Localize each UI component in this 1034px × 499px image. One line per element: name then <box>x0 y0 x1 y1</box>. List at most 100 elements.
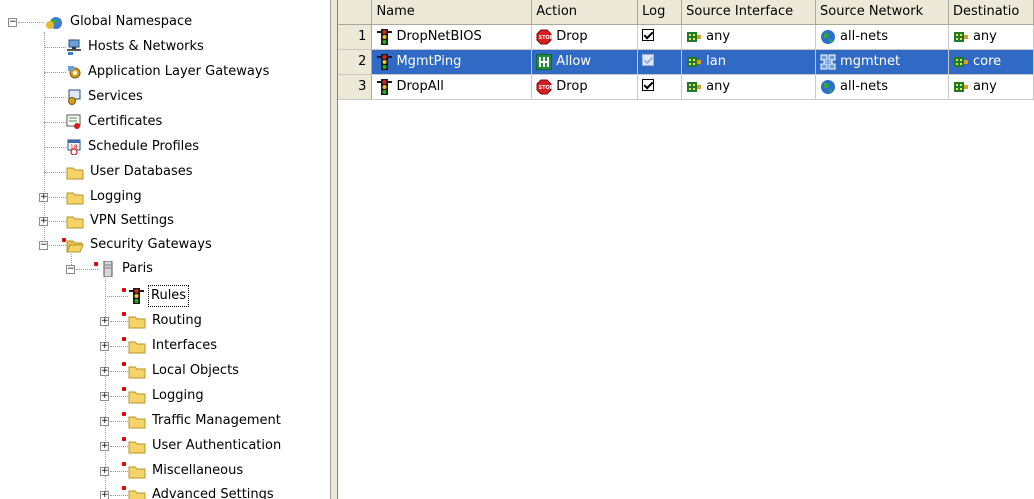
collapse-root-toggle[interactable]: − <box>8 18 17 27</box>
tree-item-label: Services <box>88 89 143 104</box>
tree-item-label: Logging <box>90 189 142 204</box>
interface-icon <box>953 79 969 95</box>
rule-source-interface-cell: any <box>681 24 817 50</box>
splitter[interactable] <box>330 0 338 499</box>
tree-item-label: VPN Settings <box>90 213 174 228</box>
expand-traffic-management-toggle[interactable]: + <box>100 417 109 426</box>
tree-item-label: Schedule Profiles <box>88 139 200 154</box>
rule-log-cell[interactable] <box>637 24 683 50</box>
expand-routing-toggle[interactable]: + <box>100 317 109 326</box>
interface-icon <box>953 54 969 70</box>
rule-log-cell[interactable] <box>637 74 683 100</box>
rule-action: Drop <box>556 79 588 94</box>
rule-action: Allow <box>556 54 591 69</box>
destination: any <box>972 29 997 44</box>
navigation-tree[interactable]: − Global Namespace Hosts & Networks Appl… <box>0 0 330 499</box>
expand-advanced-settings-toggle[interactable]: + <box>100 491 109 499</box>
hosts-networks-icon <box>66 39 82 55</box>
folder-icon <box>66 213 84 229</box>
rule-name: DropNetBIOS <box>396 29 482 44</box>
open-folder-icon <box>66 237 84 253</box>
tree-root-label: Global Namespace <box>70 14 193 29</box>
rules-grid[interactable]: Name Action Log Source Interface Source … <box>338 0 1034 499</box>
folder-icon <box>128 487 146 499</box>
folder-icon <box>128 338 146 354</box>
schedule-icon: 18 <box>66 139 82 156</box>
log-checkbox[interactable] <box>642 28 655 41</box>
column-header-destination[interactable]: Destinatio <box>948 0 1034 25</box>
stop-icon: STOP <box>536 29 554 45</box>
expand-vpn-toggle[interactable]: + <box>39 217 48 226</box>
folder-icon <box>66 164 84 180</box>
tree-item-label: Advanced Settings <box>152 487 274 499</box>
interface-icon <box>686 79 702 95</box>
source-network: mgmtnet <box>840 54 901 69</box>
rule-source-interface-cell: lan <box>681 49 817 75</box>
allow-icon <box>535 53 553 70</box>
rule-destination-cell: any <box>948 74 1034 100</box>
rule-action: Drop <box>556 29 588 44</box>
svg-text:STOP: STOP <box>539 85 553 91</box>
folder-icon <box>128 313 146 329</box>
tree-item-label: Hosts & Networks <box>88 39 204 54</box>
expand-interfaces-toggle[interactable]: + <box>100 342 109 351</box>
tree-item-label: Routing <box>152 313 202 328</box>
rule-name-cell: DropNetBIOS <box>371 24 533 50</box>
rule-destination-cell: core <box>948 49 1034 75</box>
collapse-security-gateways-toggle[interactable]: − <box>39 241 48 250</box>
rule-action-cell: Allow <box>531 49 639 75</box>
gear-icon <box>66 64 82 80</box>
folder-icon <box>128 413 146 429</box>
traffic-light-icon <box>376 53 393 70</box>
column-header-log[interactable]: Log <box>637 0 683 25</box>
source-interface: any <box>706 79 731 94</box>
column-header-name[interactable]: Name <box>371 0 533 25</box>
tree-item-label: Interfaces <box>152 338 217 353</box>
log-checkbox[interactable] <box>642 78 655 91</box>
rule-name-cell: DropAll <box>371 74 533 100</box>
tree-item-label: User Authentication <box>152 438 282 453</box>
source-network: all-nets <box>840 79 889 94</box>
expand-user-authentication-toggle[interactable]: + <box>100 442 109 451</box>
rules-table: Name Action Log Source Interface Source … <box>338 0 1034 100</box>
tree-item-label: Application Layer Gateways <box>88 64 270 79</box>
svg-text:STOP: STOP <box>539 35 553 41</box>
table-row[interactable]: 3 DropAll STOP Drop any all-nets any <box>338 74 1034 100</box>
rule-name: DropAll <box>396 79 444 94</box>
folder-icon <box>128 388 146 404</box>
table-row[interactable]: 1 DropNetBIOS STOP Drop any all-nets any <box>338 24 1034 50</box>
tree-item-label: Rules <box>148 285 190 307</box>
globe-icon <box>820 79 836 95</box>
rule-log-cell[interactable] <box>637 49 683 75</box>
services-icon <box>66 89 82 105</box>
tree-item-label: Miscellaneous <box>152 463 244 478</box>
folder-icon <box>128 438 146 454</box>
certificate-icon <box>66 114 82 130</box>
column-header-action[interactable]: Action <box>531 0 639 25</box>
expand-gateway-logging-toggle[interactable]: + <box>100 392 109 401</box>
tree-item-label: Local Objects <box>152 363 239 378</box>
folder-icon <box>128 363 146 379</box>
collapse-paris-toggle[interactable]: − <box>66 265 75 274</box>
rule-name-cell: MgmtPing <box>371 49 533 75</box>
expand-local-objects-toggle[interactable]: + <box>100 367 109 376</box>
interface-icon <box>686 29 702 45</box>
expand-miscellaneous-toggle[interactable]: + <box>100 467 109 476</box>
tree-item-label: Logging <box>152 388 204 403</box>
rule-source-network-cell: all-nets <box>815 74 949 100</box>
column-header-source-interface[interactable]: Source Interface <box>681 0 817 25</box>
interface-icon <box>686 54 702 70</box>
folder-icon <box>128 463 146 479</box>
rule-source-interface-cell: any <box>681 74 817 100</box>
tree-item-label: Security Gateways <box>90 237 212 252</box>
column-header-source-network[interactable]: Source Network <box>815 0 949 25</box>
destination: core <box>972 54 1002 69</box>
rule-action-cell: STOP Drop <box>531 74 639 100</box>
table-row-selected[interactable]: 2 MgmtPing Allow lan mgmtnet core <box>338 49 1034 75</box>
rule-source-network-cell: all-nets <box>815 24 949 50</box>
row-number-header[interactable] <box>338 0 373 25</box>
expand-logging-toggle[interactable]: + <box>39 193 48 202</box>
tree-item-label: Traffic Management <box>152 413 281 428</box>
rule-destination-cell: any <box>948 24 1034 50</box>
log-checkbox[interactable] <box>642 53 655 66</box>
